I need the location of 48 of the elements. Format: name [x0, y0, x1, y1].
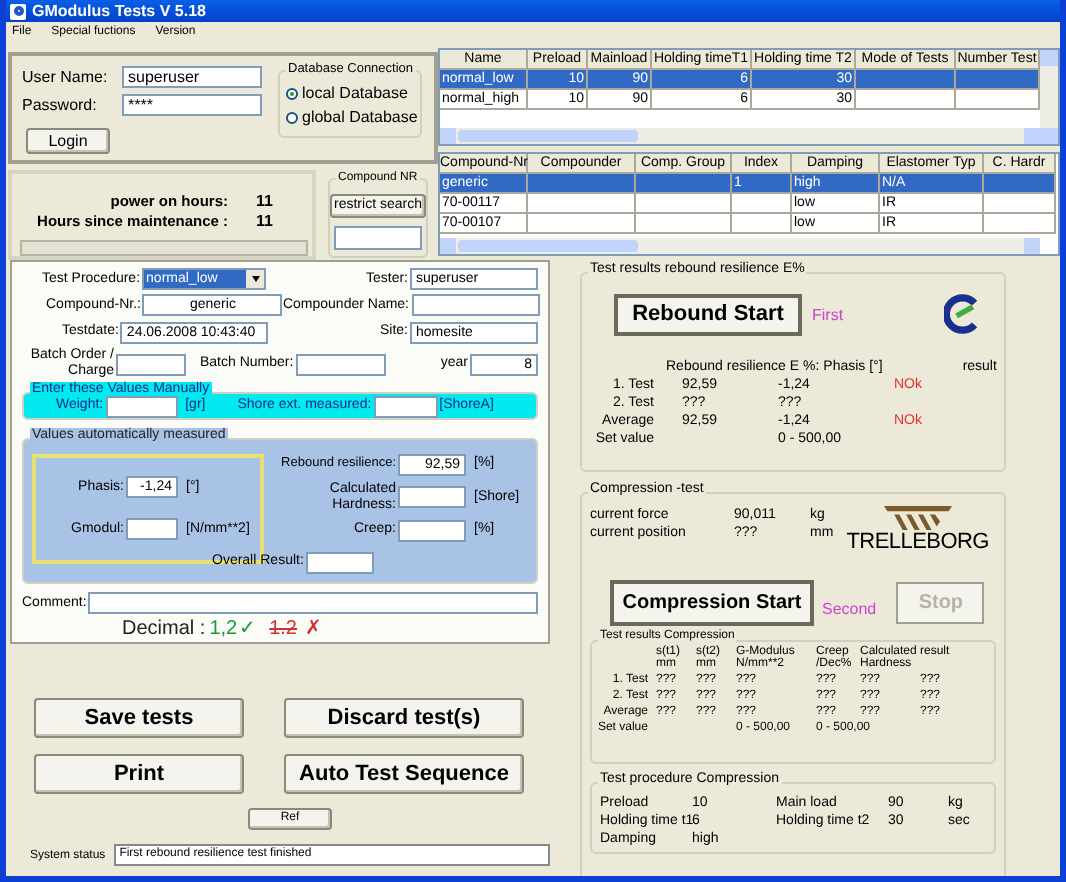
text-field[interactable]	[373, 395, 438, 417]
window-title: GModulus Tests V 5.18	[32, 1, 206, 21]
text-field[interactable]	[411, 294, 539, 317]
logo-icon	[944, 294, 981, 334]
button[interactable]: Save tests	[34, 698, 244, 738]
text-field[interactable]	[105, 395, 178, 417]
button[interactable]: Auto Test Sequence	[284, 754, 524, 794]
table-cell	[636, 214, 732, 234]
value-text: 11	[256, 192, 273, 212]
radio-button[interactable]: global Database	[286, 108, 420, 128]
horizontal-scrollbar[interactable]	[440, 128, 1040, 144]
text-field[interactable]	[126, 518, 178, 541]
table-cell	[732, 214, 792, 234]
vertical-scrollbar[interactable]	[1040, 50, 1058, 144]
table-cell	[984, 214, 1056, 234]
button[interactable]: Compression Start	[610, 579, 814, 625]
value-text: 11	[256, 212, 273, 232]
correct-example: 1,2	[209, 618, 238, 643]
check-icon: ✓	[239, 618, 256, 643]
button: Stop	[896, 581, 985, 623]
field-label: Password:	[22, 95, 97, 115]
text-field[interactable]	[305, 551, 374, 574]
logo-text: TRELLEBORG	[846, 530, 989, 554]
button[interactable]: Discard test(s)	[284, 698, 524, 738]
decimal-label: Decimal :	[122, 618, 206, 643]
button[interactable]: Login	[26, 128, 110, 154]
text-field[interactable]	[295, 353, 386, 375]
table-cell	[856, 90, 956, 110]
text-field[interactable]	[334, 226, 422, 250]
button[interactable]: Print	[34, 754, 244, 794]
dropdown-arrow-icon	[246, 270, 265, 289]
text-field[interactable]: superuser	[122, 66, 262, 88]
text-field[interactable]	[398, 486, 466, 509]
horizontal-scrollbar[interactable]	[440, 238, 1040, 254]
text-field[interactable]	[398, 519, 466, 542]
wrong-example: 1.2	[269, 618, 297, 643]
step-label: First	[812, 305, 844, 323]
table-cell	[528, 214, 636, 234]
app-icon	[10, 3, 26, 19]
text-field[interactable]: ****	[122, 94, 262, 116]
stripes-logo-icon	[883, 506, 952, 530]
cross-icon: ✗	[305, 618, 321, 643]
step-label: Second	[822, 599, 877, 617]
radio-button[interactable]: local Database	[286, 84, 420, 104]
button[interactable]: Rebound Start	[614, 293, 802, 335]
field-label: User Name:	[22, 67, 108, 87]
text-field[interactable]	[88, 592, 538, 615]
text-field[interactable]	[116, 353, 186, 375]
